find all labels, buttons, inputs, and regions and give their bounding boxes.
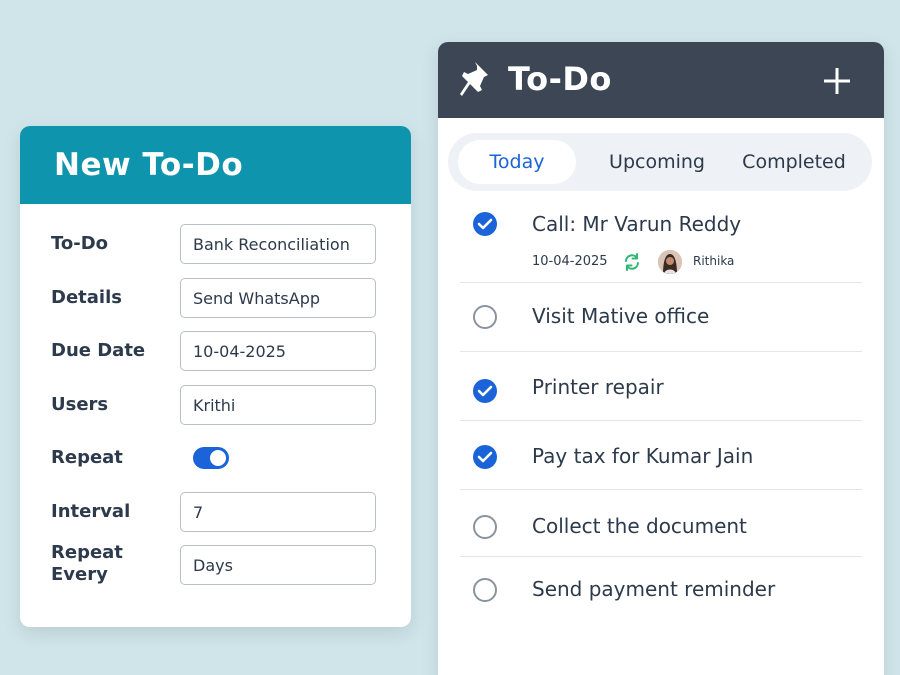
todo-input[interactable]: Bank Reconciliation bbox=[180, 224, 376, 264]
repeat-toggle[interactable] bbox=[193, 447, 229, 469]
todo-panel-title: To-Do bbox=[508, 60, 612, 98]
todo-panel-header: To-Do bbox=[438, 42, 884, 118]
tab-completed[interactable]: Completed bbox=[730, 140, 858, 184]
todo-panel: To-Do Today Upcoming Completed Call: Mr … bbox=[438, 42, 884, 675]
checked-circle-icon[interactable] bbox=[473, 445, 497, 469]
task-title: Send payment reminder bbox=[532, 577, 776, 601]
new-todo-header: New To-Do bbox=[20, 126, 411, 204]
task-title: Visit Mative office bbox=[532, 304, 710, 328]
task-title: Printer repair bbox=[532, 375, 664, 399]
task-item[interactable]: Visit Mative office bbox=[460, 283, 862, 352]
details-input[interactable]: Send WhatsApp bbox=[180, 278, 376, 318]
due-date-label: Due Date bbox=[51, 340, 146, 361]
unchecked-circle-icon[interactable] bbox=[473, 305, 497, 329]
tab-today[interactable]: Today bbox=[458, 140, 576, 184]
tab-upcoming[interactable]: Upcoming bbox=[590, 140, 724, 184]
task-date: 10-04-2025 bbox=[532, 254, 608, 269]
checked-circle-icon[interactable] bbox=[473, 379, 497, 403]
todo-label: To-Do bbox=[51, 233, 109, 254]
new-todo-card: New To-Do To-Do Bank Reconciliation Deta… bbox=[20, 126, 411, 627]
repeat-every-select[interactable]: Days bbox=[180, 545, 376, 585]
repeat-every-label: Repeat Every bbox=[51, 542, 123, 586]
repeat-every-label-line1: Repeat bbox=[51, 542, 123, 563]
add-todo-icon[interactable] bbox=[824, 68, 850, 94]
task-item[interactable]: Pay tax for Kumar Jain bbox=[460, 421, 862, 490]
due-date-input[interactable]: 10-04-2025 bbox=[180, 331, 376, 371]
task-title: Pay tax for Kumar Jain bbox=[532, 444, 754, 468]
user-avatar bbox=[658, 250, 682, 274]
task-item[interactable]: Call: Mr Varun Reddy 10-04-2025 Rithika bbox=[460, 202, 862, 283]
task-item[interactable]: Printer repair bbox=[460, 352, 862, 421]
repeat-every-label-line2: Every bbox=[51, 564, 108, 585]
unchecked-circle-icon[interactable] bbox=[473, 515, 497, 539]
new-todo-title: New To-Do bbox=[54, 147, 244, 183]
interval-label: Interval bbox=[51, 501, 131, 522]
task-title: Call: Mr Varun Reddy bbox=[532, 212, 742, 236]
repeat-icon bbox=[625, 253, 639, 271]
users-input[interactable]: Krithi bbox=[180, 385, 376, 425]
details-label: Details bbox=[51, 287, 122, 308]
task-assignee: Rithika bbox=[693, 254, 735, 268]
task-meta: 10-04-2025 Rithika bbox=[532, 250, 852, 274]
task-title: Collect the document bbox=[532, 514, 747, 538]
pushpin-icon bbox=[460, 62, 488, 96]
users-label: Users bbox=[51, 394, 109, 415]
task-item[interactable]: Send payment reminder bbox=[460, 557, 862, 627]
repeat-toggle-knob bbox=[210, 450, 226, 466]
repeat-label: Repeat bbox=[51, 447, 123, 468]
checked-circle-icon[interactable] bbox=[473, 212, 497, 236]
task-item[interactable]: Collect the document bbox=[460, 490, 862, 557]
todo-tabs: Today Upcoming Completed bbox=[448, 133, 872, 191]
unchecked-circle-icon[interactable] bbox=[473, 578, 497, 602]
interval-input[interactable]: 7 bbox=[180, 492, 376, 532]
